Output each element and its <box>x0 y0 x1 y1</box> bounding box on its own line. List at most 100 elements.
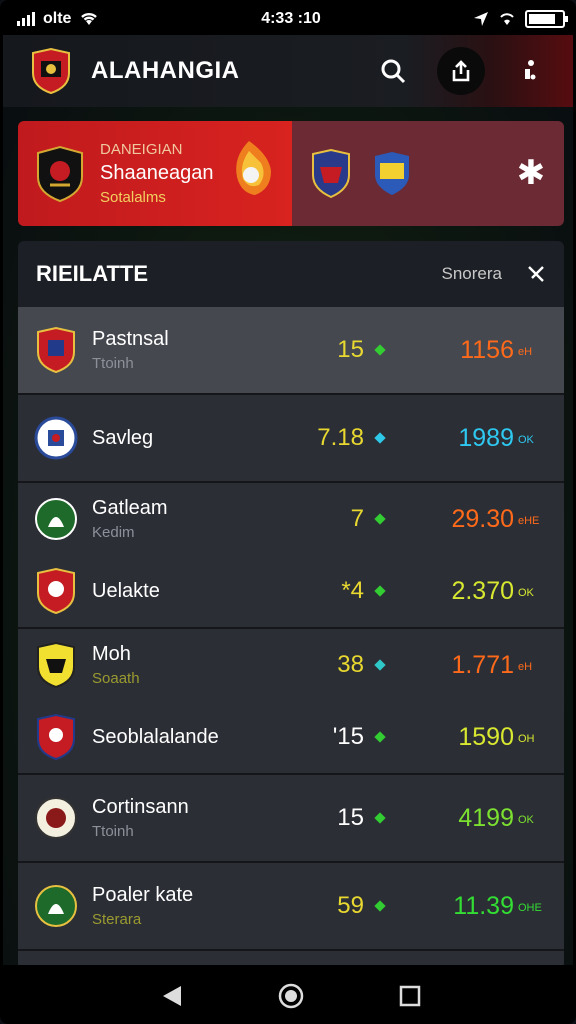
row-value: 59 <box>337 892 364 919</box>
row-value: 38 <box>337 651 364 678</box>
team-info: Moh Soaath <box>92 643 294 687</box>
row-score: 1.771 <box>451 650 514 679</box>
team-crest-icon <box>35 797 77 839</box>
row-score: 11.39 <box>453 891 514 920</box>
table-row[interactable]: Pastnsal Ttoinh 15 1156 eH <box>18 307 564 393</box>
table-row[interactable]: Uelakte *4 2.370 OK <box>18 555 564 627</box>
banner-subtitle: Sotalalms <box>100 189 166 206</box>
signal-icon <box>17 12 35 26</box>
location-icon <box>474 12 488 26</box>
row-value: 15 <box>337 804 364 831</box>
team-info: Poaler kate Sterara <box>92 884 294 928</box>
list-group: Moh Soaath 38 1.771 eH Seoblalalande '15… <box>18 629 564 775</box>
row-score: 2.370 <box>451 576 514 605</box>
table-row[interactable]: Savleg 7.18 1989 OK <box>18 395 564 481</box>
sort-button[interactable]: Snorera <box>442 264 502 284</box>
trend-indicator <box>374 344 386 356</box>
trend-indicator <box>374 513 386 525</box>
battery-icon <box>525 10 568 28</box>
close-icon[interactable] <box>526 264 546 284</box>
status-left: olte <box>17 10 217 28</box>
row-unit: OK <box>518 434 534 446</box>
banner-right: ✱ <box>292 121 564 226</box>
home-team-crest-icon <box>37 145 83 202</box>
team-subtitle: Kedim <box>92 524 135 541</box>
team-crest-icon <box>35 498 77 540</box>
team-name: Uelakte <box>92 579 160 602</box>
league-crest-icon <box>375 151 409 195</box>
banner-kicker: DANEIGIAN <box>100 141 183 158</box>
row-unit: OH <box>518 733 535 745</box>
row-score: 1156 <box>460 335 514 364</box>
trend-indicator <box>374 585 386 597</box>
wifi-icon-right <box>500 13 514 25</box>
row-value: 7 <box>350 505 364 532</box>
search-icon <box>381 59 406 84</box>
list-group: Poaler kate Sterara 59 11.39 OHE <box>18 863 564 951</box>
row-unit: OK <box>518 587 534 599</box>
back-icon[interactable] <box>161 984 183 1008</box>
banner-text: DANEIGIAN Shaaneagan Sotalalms <box>100 141 213 206</box>
add-icon[interactable]: ✱ <box>514 153 548 193</box>
team-info: Uelakte <box>92 580 294 603</box>
row-value: *4 <box>341 577 364 604</box>
row-unit: eH <box>518 346 533 358</box>
team-info: Cortinsann Ttoinh <box>92 796 294 840</box>
search-button[interactable] <box>369 47 417 95</box>
table-row[interactable]: Cortinsann Ttoinh 15 4199 OK <box>18 775 564 861</box>
home-icon[interactable] <box>278 983 304 1009</box>
more-icon <box>525 60 536 80</box>
trend-indicator <box>374 432 386 444</box>
system-nav-bar <box>3 965 573 1021</box>
logo-crest-icon <box>32 47 70 95</box>
team-name: Gatleam <box>92 497 168 519</box>
team-crest-icon <box>37 326 75 374</box>
team-crest-icon <box>37 567 75 615</box>
team-crest-icon <box>34 416 78 460</box>
status-time: 4:33 :10 <box>261 10 321 27</box>
list-group: Cortinsann Ttoinh 15 4199 OK <box>18 775 564 863</box>
row-score: 4199 <box>458 803 514 832</box>
team-info: Savleg <box>92 427 294 450</box>
team-crest-icon <box>37 713 75 761</box>
team-name: Pastnsal <box>92 328 169 350</box>
recents-icon[interactable] <box>399 985 421 1007</box>
table-row[interactable]: Gatleam Kedim 7 29.30 eHE <box>18 483 564 555</box>
table-row[interactable]: Moh Soaath 38 1.771 eH <box>18 629 564 701</box>
team-info: Seoblalalande <box>92 726 294 749</box>
trend-indicator <box>374 731 386 743</box>
team-name: Savleg <box>92 426 154 449</box>
team-name: Poaler kate <box>92 884 194 906</box>
team-name: Moh <box>92 643 131 665</box>
share-button[interactable] <box>437 47 485 95</box>
team-name: Seoblalalande <box>92 725 219 748</box>
team-crest-icon <box>37 641 75 689</box>
trend-indicator <box>374 812 386 824</box>
team-subtitle: Sterara <box>92 911 142 928</box>
row-value: 7.18 <box>317 424 364 451</box>
table-row[interactable]: Seoblalalande '15 1590 OH <box>18 701 564 773</box>
trend-indicator <box>374 659 386 671</box>
more-button[interactable] <box>505 47 553 95</box>
status-right <box>365 10 568 28</box>
row-score: 29.30 <box>451 504 514 533</box>
row-score: 1989 <box>458 423 514 452</box>
list-group: Savleg 7.18 1989 OK <box>18 395 564 483</box>
app-header: ALAHANGIA <box>3 35 573 107</box>
match-banner[interactable]: DANEIGIAN Shaaneagan Sotalalms ✱ <box>18 121 564 226</box>
row-unit: OK <box>518 814 534 826</box>
banner-title: Shaaneagan <box>100 162 214 184</box>
team-name: Cortinsann <box>92 796 189 818</box>
list-group: Pastnsal Ttoinh 15 1156 eH <box>18 307 564 395</box>
row-unit: OHE <box>518 902 542 914</box>
team-crest-icon <box>35 885 77 927</box>
team-info: Gatleam Kedim <box>92 497 294 541</box>
team-subtitle: Soaath <box>92 670 140 687</box>
row-unit: eH <box>518 661 533 673</box>
row-value: 15 <box>337 336 364 363</box>
flaming-ball-icon <box>236 141 271 195</box>
team-info: Pastnsal Ttoinh <box>92 328 294 372</box>
trend-indicator <box>374 900 386 912</box>
wifi-icon <box>81 12 98 25</box>
table-row[interactable]: Poaler kate Sterara 59 11.39 OHE <box>18 863 564 949</box>
